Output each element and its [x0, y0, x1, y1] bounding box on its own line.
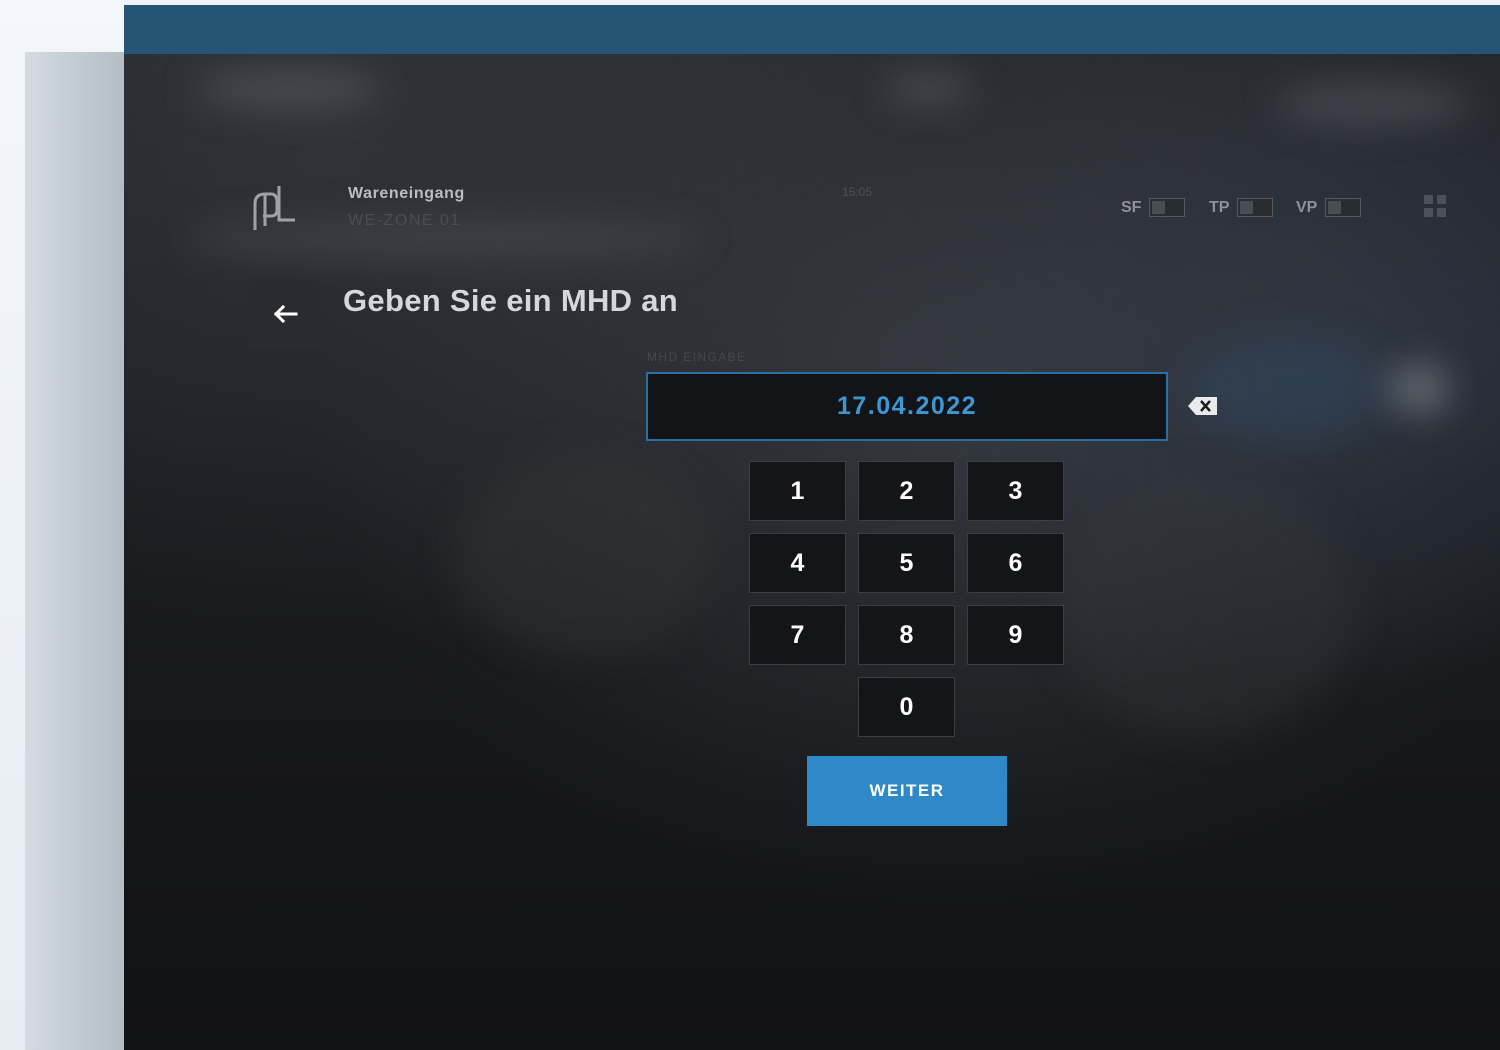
toggle-vp[interactable]: VP	[1296, 198, 1362, 217]
key-4[interactable]: 4	[749, 533, 846, 593]
mhd-input-label: MHD EINGABE	[647, 350, 747, 364]
background-blur	[194, 69, 384, 109]
key-3[interactable]: 3	[967, 461, 1064, 521]
toggle-tp-switch[interactable]	[1237, 198, 1274, 217]
grid-menu-icon[interactable]	[1424, 195, 1446, 217]
top-bar	[124, 5, 1500, 54]
key-6[interactable]: 6	[967, 533, 1064, 593]
toggle-sf-label: SF	[1121, 198, 1142, 216]
app-screen: Wareneingang WE-ZONE 01 15:05 SF TP VP G…	[124, 54, 1500, 1050]
background-blur	[1389, 364, 1449, 414]
app-title: Wareneingang	[348, 185, 465, 202]
backspace-icon[interactable]	[1186, 392, 1220, 420]
key-9[interactable]: 9	[967, 605, 1064, 665]
arrow-left-icon	[273, 304, 297, 323]
key-5[interactable]: 5	[858, 533, 955, 593]
background-blur	[1184, 334, 1384, 444]
next-button[interactable]: WEITER	[807, 756, 1007, 826]
key-2[interactable]: 2	[858, 461, 955, 521]
back-button[interactable]	[250, 279, 319, 348]
toggle-vp-switch[interactable]	[1325, 198, 1362, 217]
background-blur	[1054, 474, 1354, 734]
background-blur	[884, 74, 974, 104]
app-logo-icon	[253, 186, 295, 230]
toggle-sf-switch[interactable]	[1149, 198, 1186, 217]
page-title: Geben Sie ein MHD an	[343, 283, 679, 318]
mhd-date-input[interactable]	[646, 372, 1168, 441]
background-blur	[1274, 84, 1474, 124]
toggle-tp[interactable]: TP	[1209, 198, 1274, 217]
zone-label: WE-ZONE 01	[348, 212, 461, 229]
left-side-panel	[25, 52, 125, 1050]
background-blur	[454, 454, 714, 654]
key-0[interactable]: 0	[858, 677, 955, 737]
key-1[interactable]: 1	[749, 461, 846, 521]
clock: 15:05	[842, 185, 873, 199]
toggle-sf[interactable]: SF	[1121, 198, 1186, 217]
key-8[interactable]: 8	[858, 605, 955, 665]
toggle-vp-label: VP	[1296, 198, 1318, 216]
key-7[interactable]: 7	[749, 605, 846, 665]
toggle-tp-label: TP	[1209, 198, 1230, 216]
